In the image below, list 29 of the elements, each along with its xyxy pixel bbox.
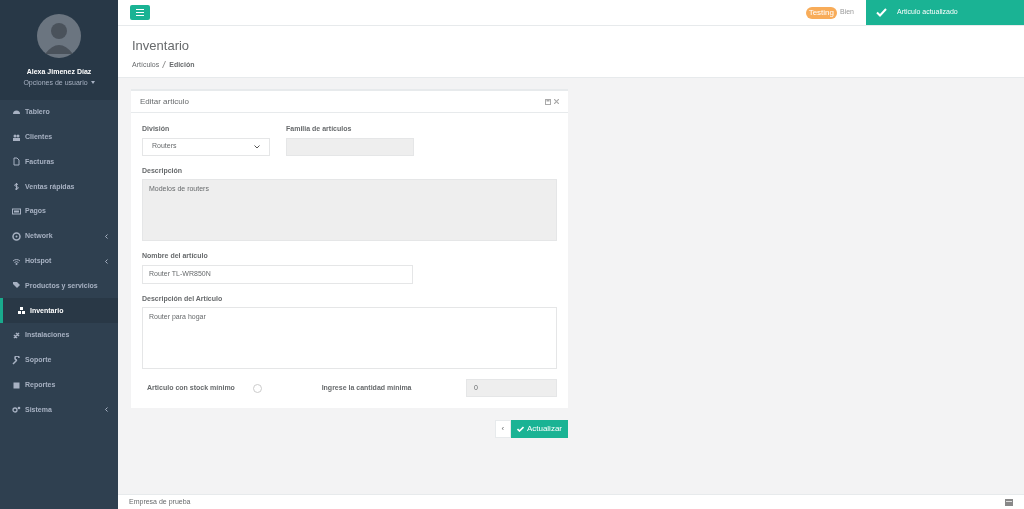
back-button[interactable]: ‹: [494, 420, 511, 438]
gears-icon: [12, 405, 21, 415]
avatar-icon: [37, 14, 81, 58]
file-icon: [12, 157, 21, 167]
chevron-left-icon: [105, 258, 108, 264]
check-icon: [876, 8, 887, 17]
users-icon: [12, 132, 21, 142]
dollar-icon: [12, 182, 21, 192]
check-icon: [516, 426, 524, 432]
card-icon: [12, 207, 21, 217]
network-icon: [12, 231, 21, 241]
chevron-left-icon: [105, 407, 108, 413]
card-title: Editar articulo: [140, 95, 189, 108]
page-title: Inventario: [132, 37, 191, 55]
close-icon[interactable]: [554, 99, 559, 104]
chevron-left-icon: [105, 233, 108, 239]
caret-icon: [90, 81, 95, 85]
menu-icon: [136, 9, 144, 16]
menu-button[interactable]: [130, 5, 150, 20]
wifi-icon: [12, 256, 21, 266]
update-button[interactable]: Actualizar: [510, 420, 568, 438]
cubes-icon: [17, 306, 26, 316]
tag-icon: [12, 281, 21, 291]
family-field[interactable]: [286, 137, 414, 156]
chevron-icon: [254, 144, 260, 149]
toolbar-icon[interactable]: [1005, 498, 1013, 506]
environment-badge: Testing: [805, 6, 837, 19]
save-icon[interactable]: [545, 98, 551, 105]
separator-icon: [162, 61, 167, 69]
